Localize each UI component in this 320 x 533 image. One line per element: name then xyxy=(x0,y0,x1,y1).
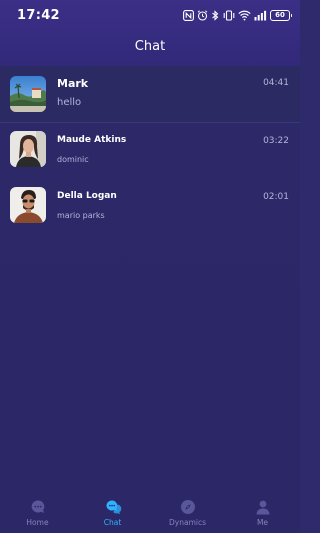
status-icons: 60 xyxy=(183,8,292,22)
avatar[interactable] xyxy=(10,131,46,167)
man-portrait-photo-icon xyxy=(10,187,46,223)
tab-label: Me xyxy=(256,518,269,527)
woman-portrait-photo-icon xyxy=(10,131,46,167)
chat-preview: mario parks xyxy=(57,211,105,220)
chat-name: Maude Atkins xyxy=(57,135,127,145)
person-icon xyxy=(255,499,271,515)
avatar[interactable] xyxy=(10,187,46,223)
compass-icon xyxy=(180,499,196,515)
chat-time: 02:01 xyxy=(263,192,289,202)
tab-chat[interactable]: Chat xyxy=(75,493,150,533)
status-bar: 17:42 60 xyxy=(0,0,300,30)
home-chat-icon xyxy=(30,499,46,515)
tab-home[interactable]: Home xyxy=(0,493,75,533)
chat-bubbles-icon xyxy=(105,499,121,515)
bluetooth-icon xyxy=(211,9,220,21)
tab-me[interactable]: Me xyxy=(225,493,300,533)
tab-label: Chat xyxy=(103,518,122,527)
page-title: Chat xyxy=(134,39,166,54)
chat-preview: hello xyxy=(57,97,82,108)
tab-bar: Home Chat Dynamics Me xyxy=(0,493,300,533)
avatar[interactable] xyxy=(10,76,46,112)
chat-name: Della Logan xyxy=(57,191,117,201)
chat-name: Mark xyxy=(57,77,89,90)
signal-icon xyxy=(254,10,267,21)
battery-icon: 60 xyxy=(270,9,292,21)
nfc-icon xyxy=(183,9,194,21)
chat-time: 03:22 xyxy=(263,136,289,146)
chat-item-della-logan[interactable]: Della Logan mario parks 02:01 xyxy=(0,180,300,232)
status-time: 17:42 xyxy=(17,8,60,23)
chat-item-mark[interactable]: Mark hello 04:41 xyxy=(0,66,300,123)
wifi-icon xyxy=(238,10,251,21)
header: Chat xyxy=(0,30,300,66)
tab-dynamics[interactable]: Dynamics xyxy=(150,493,225,533)
chat-screen: 17:42 60 Chat Mark hello 04:41 Maude Atk… xyxy=(0,0,300,533)
chat-preview: dominic xyxy=(57,155,89,164)
chat-item-maude-atkins[interactable]: Maude Atkins dominic 03:22 xyxy=(0,124,300,176)
chat-time: 04:41 xyxy=(263,78,289,88)
landscape-photo-icon xyxy=(10,76,46,112)
alarm-icon xyxy=(197,9,208,21)
tab-label: Dynamics xyxy=(169,518,206,527)
vibrate-icon xyxy=(223,9,235,21)
tab-label: Home xyxy=(26,518,49,527)
